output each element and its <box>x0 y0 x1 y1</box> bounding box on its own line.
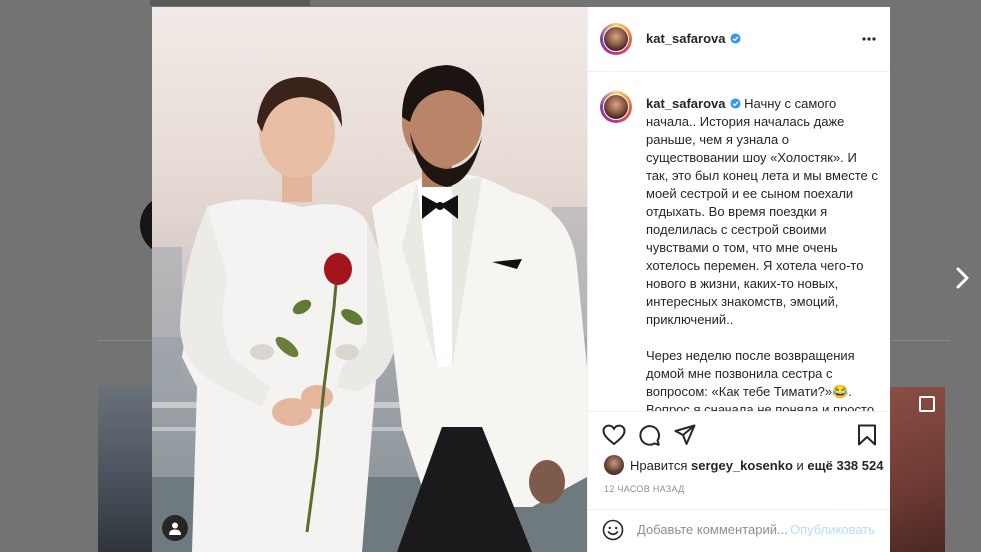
likes-count[interactable]: ещё 338 524 <box>807 458 883 473</box>
author-username-text[interactable]: kat_safarova <box>646 31 726 46</box>
post-photo[interactable] <box>152 7 587 552</box>
post-timestamp[interactable]: 12 ЧАСОВ НАЗАД <box>604 484 685 494</box>
liker-avatar[interactable] <box>604 455 624 475</box>
post-sidebar: kat_safarova kat_safarova Начну с самого… <box>587 7 890 552</box>
user-tag-icon <box>169 522 181 535</box>
background-post-thumbnail-left[interactable] <box>98 387 154 552</box>
background-post-thumbnail-right[interactable] <box>890 387 945 552</box>
background-header-strip <box>150 0 310 6</box>
comment-input[interactable]: Добавьте комментарий... <box>637 522 788 537</box>
publish-comment-button[interactable]: Опубликовать <box>790 522 875 537</box>
author-username[interactable]: kat_safarova <box>646 31 741 46</box>
next-post-button[interactable] <box>953 265 973 291</box>
caption-username[interactable]: kat_safarova <box>646 96 726 111</box>
post-header: kat_safarova <box>588 7 890 72</box>
carousel-indicator-icon <box>919 396 935 412</box>
caption-author-avatar[interactable] <box>600 91 632 123</box>
more-icon[interactable] <box>861 33 877 45</box>
likes-summary[interactable]: Нравится sergey_kosenko и ещё 338 524 <box>604 454 883 476</box>
bookmark-icon[interactable] <box>857 424 877 446</box>
wedding-photo-illustration <box>152 65 587 552</box>
emoji-icon[interactable] <box>602 519 624 541</box>
add-comment-form: Добавьте комментарий... Опубликовать <box>588 509 890 551</box>
comments-section[interactable]: kat_safarova Начну с самого начала.. Ист… <box>588 72 890 411</box>
post-modal: kat_safarova kat_safarova Начну с самого… <box>152 7 890 552</box>
post-caption: kat_safarova Начну с самого начала.. Ист… <box>646 95 882 411</box>
liker-username[interactable]: sergey_kosenko <box>691 458 793 473</box>
chevron-right-icon <box>956 267 969 289</box>
caption-text: Начну с самого начала.. История началась… <box>646 96 878 411</box>
verified-badge-icon <box>729 33 741 44</box>
tagged-users-button[interactable] <box>162 515 188 541</box>
likes-prefix: Нравится <box>630 457 688 473</box>
paper-plane-icon[interactable] <box>674 424 696 446</box>
heart-icon[interactable] <box>602 424 626 446</box>
post-actions: Нравится sergey_kosenko и ещё 338 524 12… <box>588 411 890 547</box>
background-divider <box>98 340 158 341</box>
author-avatar[interactable] <box>600 23 632 55</box>
likes-middle: и <box>796 457 804 473</box>
comment-icon[interactable] <box>638 424 660 446</box>
verified-badge-icon <box>729 98 741 109</box>
background-divider-right <box>890 340 950 341</box>
